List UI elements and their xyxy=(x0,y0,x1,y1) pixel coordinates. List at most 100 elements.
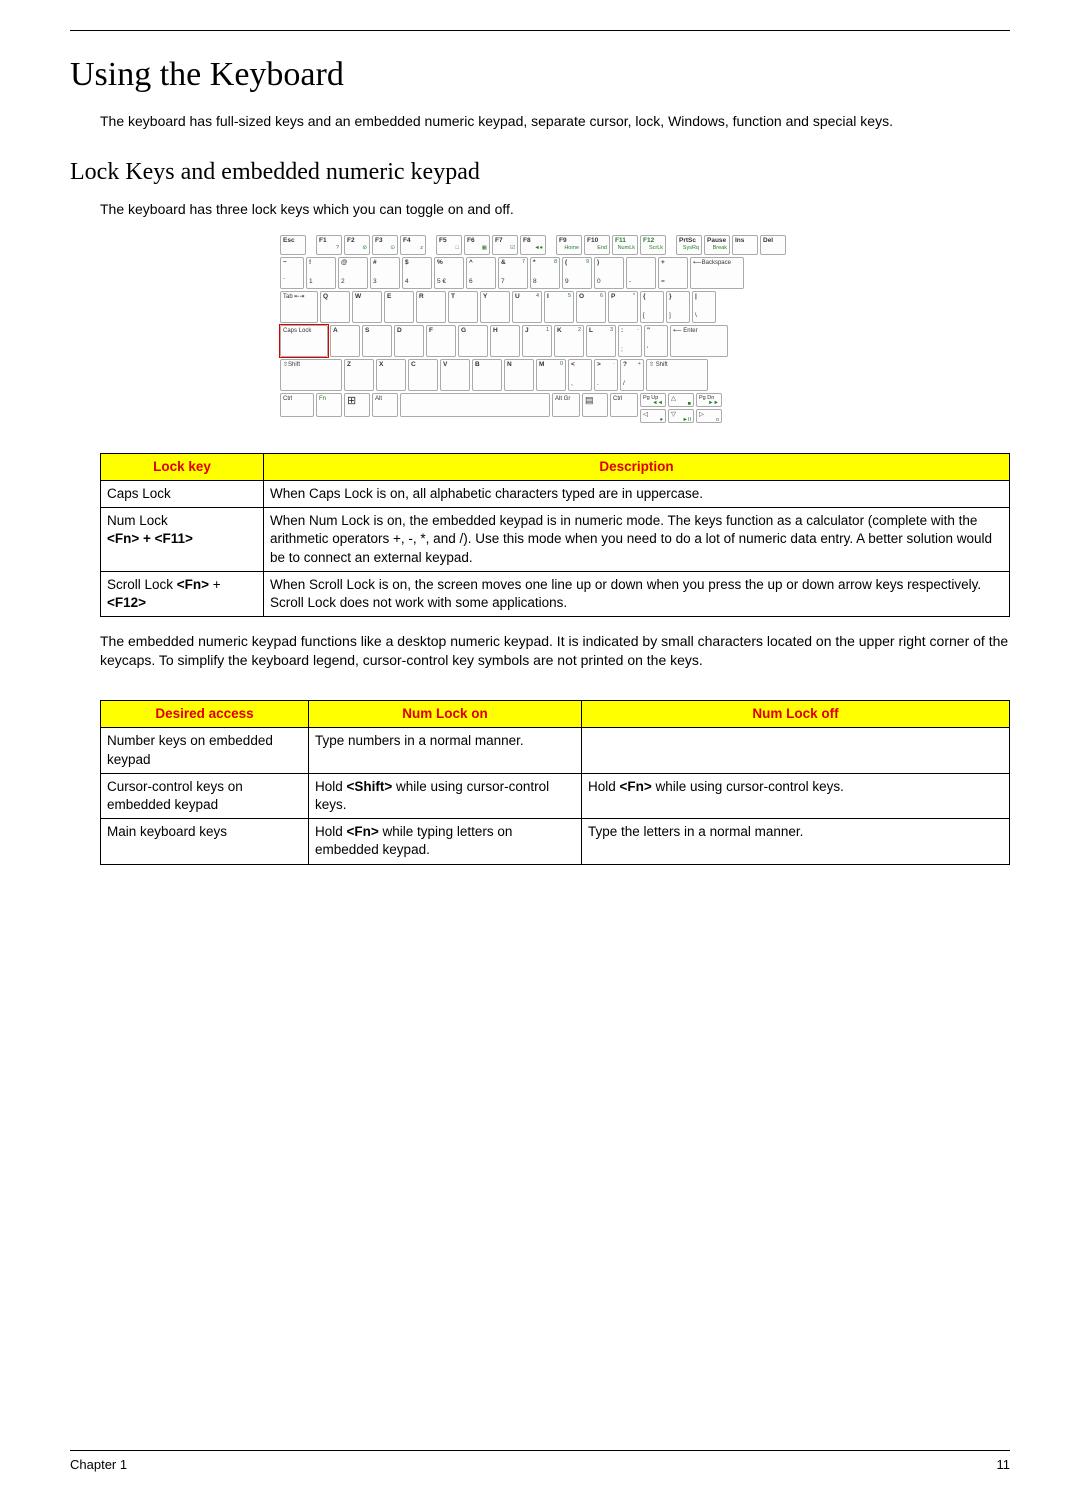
table-row: Cursor-control keys on embedded keypadHo… xyxy=(101,773,1010,818)
cell-description: When Caps Lock is on, all alphabetic cha… xyxy=(264,481,1010,508)
key-pgup: Pg Up◄◄ xyxy=(640,393,666,407)
th-numlock-on: Num Lock on xyxy=(309,701,582,728)
key-space xyxy=(400,393,550,417)
key-f8: F8◄● xyxy=(520,235,546,255)
key-altgr: Alt Gr xyxy=(552,393,580,417)
key-e: E xyxy=(384,291,414,323)
key-bracket-open: {[ xyxy=(640,291,664,323)
cell: Hold <Fn> while typing letters on embedd… xyxy=(309,819,582,864)
key-g: G xyxy=(458,325,488,357)
key-=: += xyxy=(658,257,688,289)
key-menu: ▤ xyxy=(582,393,608,417)
key-esc: Esc xyxy=(280,235,306,255)
key-1: !1 xyxy=(306,257,336,289)
key-t: T xyxy=(448,291,478,323)
key-del: Del xyxy=(760,235,786,255)
section-intro: The keyboard has three lock keys which y… xyxy=(100,200,1010,219)
key-b: B xyxy=(472,359,502,391)
key-alt: Alt xyxy=(372,393,398,417)
footer-page-number: 11 xyxy=(997,1457,1011,1472)
key-x: X xyxy=(376,359,406,391)
key-arrow-up: △■ xyxy=(668,393,694,407)
key-u: U4 xyxy=(512,291,542,323)
key-j: J1 xyxy=(522,325,552,357)
key-7: &77 xyxy=(498,257,528,289)
key-6: ^6 xyxy=(466,257,496,289)
cell: Number keys on embedded keypad xyxy=(101,728,309,773)
key-y: Y xyxy=(480,291,510,323)
keyboard-diagram: EscF1?F2⊘F3⊙F4zF5□F6▦F7☑F8◄●F9HomeF10End… xyxy=(280,235,800,423)
numlock-table: Desired access Num Lock on Num Lock off … xyxy=(100,700,1010,865)
key-l: L3 xyxy=(586,325,616,357)
key-c: C xyxy=(408,359,438,391)
key-capslock: Caps Lock xyxy=(280,325,328,357)
th-desired-access: Desired access xyxy=(101,701,309,728)
key-shift-left: ⇧Shift xyxy=(280,359,342,391)
th-numlock-off: Num Lock off xyxy=(582,701,1010,728)
cell: Type numbers in a normal manner. xyxy=(309,728,582,773)
key-3: #3 xyxy=(370,257,400,289)
cell: Hold <Shift> while using cursor-control … xyxy=(309,773,582,818)
key-m: M0 xyxy=(536,359,566,391)
cell: Hold <Fn> while using cursor-control key… xyxy=(582,773,1010,818)
intro-text: The keyboard has full-sized keys and an … xyxy=(100,112,1010,131)
cell-description: When Scroll Lock is on, the screen moves… xyxy=(264,571,1010,616)
key-pgdn: Pg Dn►► xyxy=(696,393,722,407)
key-f9: F9Home xyxy=(556,235,582,255)
key-n: N xyxy=(504,359,534,391)
key-arrow-left: ◁● xyxy=(640,409,666,423)
key-windows: ⊞ xyxy=(344,393,370,417)
key-fn: Fn xyxy=(316,393,342,417)
key-f3: F3⊙ xyxy=(372,235,398,255)
cell-lock-key: Caps Lock xyxy=(101,481,264,508)
page-title: Using the Keyboard xyxy=(70,56,1010,94)
key-h: H xyxy=(490,325,520,357)
key-quote: "' xyxy=(644,325,668,357)
key-8: *88 xyxy=(530,257,560,289)
key-z: Z xyxy=(344,359,374,391)
key-4: $4 xyxy=(402,257,432,289)
table-row: Scroll Lock <Fn> + <F12>When Scroll Lock… xyxy=(101,571,1010,616)
key-bracket-close: }] xyxy=(666,291,690,323)
mid-paragraph: The embedded numeric keypad functions li… xyxy=(100,632,1010,670)
table-row: Num Lock<Fn> + <F11>When Num Lock is on,… xyxy=(101,508,1010,572)
key-ins: Ins xyxy=(732,235,758,255)
key-f6: F6▦ xyxy=(464,235,490,255)
key-f: F xyxy=(426,325,456,357)
key-f7: F7☑ xyxy=(492,235,518,255)
key-prtsc: PrtScSysRq xyxy=(676,235,702,255)
key-p: P* xyxy=(608,291,638,323)
cell-lock-key: Num Lock<Fn> + <F11> xyxy=(101,508,264,572)
key-5: %5 € xyxy=(434,257,464,289)
key-v: V xyxy=(440,359,470,391)
key-f10: F10End xyxy=(584,235,610,255)
cell: Main keyboard keys xyxy=(101,819,309,864)
key-9: (99 xyxy=(562,257,592,289)
th-description: Description xyxy=(264,453,1010,480)
key-0: )0 xyxy=(594,257,624,289)
key-tab: Tab ⇤⇥ xyxy=(280,291,318,323)
key-w: W xyxy=(352,291,382,323)
key-f2: F2⊘ xyxy=(344,235,370,255)
cell-lock-key: Scroll Lock <Fn> + <F12> xyxy=(101,571,264,616)
key-2: @2 xyxy=(338,257,368,289)
key-s: S xyxy=(362,325,392,357)
key-ctrl-left: Ctrl xyxy=(280,393,314,417)
key-pause: PauseBreak xyxy=(704,235,730,255)
lock-key-table: Lock key Description Caps LockWhen Caps … xyxy=(100,453,1010,618)
key-a: A xyxy=(330,325,360,357)
key-q: Q xyxy=(320,291,350,323)
th-lock-key: Lock key xyxy=(101,453,264,480)
key-o: O6 xyxy=(576,291,606,323)
key-ctrl-right: Ctrl xyxy=(610,393,638,417)
cell-description: When Num Lock is on, the embedded keypad… xyxy=(264,508,1010,572)
key-backspace: ⟵Backspace xyxy=(690,257,744,289)
key-f5: F5□ xyxy=(436,235,462,255)
table-row: Caps LockWhen Caps Lock is on, all alpha… xyxy=(101,481,1010,508)
key-f12: F12ScrLk xyxy=(640,235,666,255)
footer-chapter: Chapter 1 xyxy=(70,1457,127,1472)
cell: Type the letters in a normal manner. xyxy=(582,819,1010,864)
key-k: K2 xyxy=(554,325,584,357)
key-f11: F11NumLk xyxy=(612,235,638,255)
key-f4: F4z xyxy=(400,235,426,255)
